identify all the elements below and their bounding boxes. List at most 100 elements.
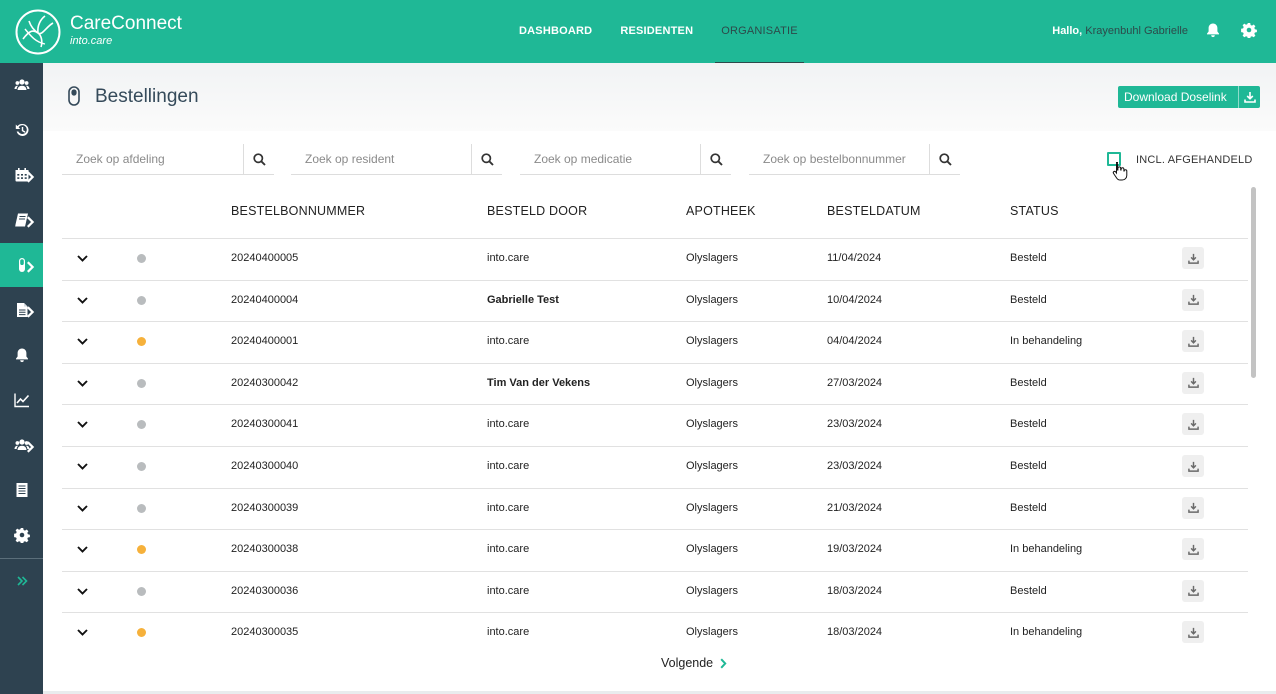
chevron-right-icon <box>27 171 35 183</box>
sidebar-item-team[interactable] <box>0 423 43 467</box>
row-download-button[interactable] <box>1182 496 1204 519</box>
search-medicatie <box>520 144 731 175</box>
next-label: Volgende <box>661 656 714 670</box>
brand-sub: into.care <box>70 35 113 47</box>
cell-besteldatum: 23/03/2024 <box>827 460 883 472</box>
row-download-button[interactable] <box>1182 538 1204 561</box>
search-resident-input[interactable] <box>291 144 470 174</box>
chevron-down-icon[interactable] <box>77 296 88 304</box>
row-download-button[interactable] <box>1182 621 1204 644</box>
table-row-divider <box>62 280 1248 281</box>
search-resident-button[interactable] <box>471 144 502 174</box>
chevron-down-icon[interactable] <box>77 421 88 429</box>
pagination-next[interactable]: Volgende <box>661 656 727 670</box>
search-bestelbonnummer-input[interactable] <box>749 144 928 174</box>
nav-dashboard[interactable]: DASHBOARD <box>505 0 606 63</box>
gear-icon[interactable] <box>1241 22 1257 38</box>
col-besteld-door[interactable]: BESTELD DOOR <box>487 204 587 218</box>
row-download-button[interactable] <box>1182 413 1204 436</box>
sidebar-item-book[interactable] <box>0 198 43 242</box>
sidebar <box>0 63 43 694</box>
cell-apotheek: Olyslagers <box>686 335 738 348</box>
careconnect-logo[interactable] <box>15 9 61 55</box>
row-download-button[interactable] <box>1182 371 1204 394</box>
chevron-down-icon[interactable] <box>77 629 88 637</box>
cell-apotheek: Olyslagers <box>686 543 738 556</box>
col-bestelbonnummer[interactable]: BESTELBONNUMMER <box>231 204 365 218</box>
col-apotheek[interactable]: APOTHEEK <box>686 204 756 218</box>
sidebar-expand[interactable] <box>0 559 43 603</box>
download-doselink-button[interactable]: Download Doselink <box>1118 86 1260 108</box>
col-besteldatum[interactable]: BESTELDATUM <box>827 204 921 218</box>
incl-afgehandeld-label[interactable]: INCL. AFGEHANDELD <box>1136 154 1252 166</box>
cell-status: Besteld <box>1010 501 1047 514</box>
chevron-down-icon[interactable] <box>77 463 88 470</box>
sidebar-item-notifications[interactable] <box>0 333 43 377</box>
download-icon <box>1187 627 1199 638</box>
row-download-button[interactable] <box>1182 330 1204 353</box>
search-bestelbonnummer-button[interactable] <box>929 144 960 174</box>
chevron-right-icon <box>27 441 35 453</box>
nav-residenten[interactable]: RESIDENTEN <box>606 0 707 63</box>
search-medicatie-input[interactable] <box>520 144 699 174</box>
table-row-divider <box>62 612 1248 613</box>
table-header-divider <box>62 238 1248 239</box>
chevron-down-icon[interactable] <box>77 255 88 262</box>
chevron-down-icon[interactable] <box>77 588 88 595</box>
cell-besteld-door: into.care <box>487 335 530 348</box>
sidebar-item-settings[interactable] <box>0 513 43 557</box>
row-download-button[interactable] <box>1182 455 1204 477</box>
download-icon <box>1238 86 1260 108</box>
cell-besteldatum: 23/03/2024 <box>827 418 883 431</box>
page-header: Bestellingen Download Doselink <box>43 63 1276 131</box>
search-afdeling-button[interactable] <box>243 144 274 174</box>
sidebar-item-calendar[interactable] <box>0 153 43 197</box>
search-icon <box>480 152 494 166</box>
cell-apotheek: Olyslagers <box>686 376 738 389</box>
row-download-button[interactable] <box>1182 579 1204 602</box>
cell-apotheek: Olyslagers <box>686 501 738 514</box>
sidebar-item-statistics[interactable] <box>0 378 43 422</box>
sidebar-item-orders[interactable] <box>0 243 43 287</box>
chevron-down-icon[interactable] <box>77 380 88 387</box>
search-afdeling-input[interactable] <box>62 144 242 174</box>
status-dot <box>137 254 146 263</box>
cell-besteldatum: 21/03/2024 <box>827 501 883 514</box>
table-scrollbar[interactable] <box>1251 187 1256 378</box>
pill-icon <box>68 86 80 106</box>
cell-bestelbonnummer: 20240400004 <box>231 293 299 306</box>
user-greeting[interactable]: Hallo, Krayenbuhl Gabrielle <box>1052 25 1188 37</box>
status-dot <box>137 503 146 513</box>
bell-icon[interactable] <box>1205 22 1221 38</box>
chevron-down-icon[interactable] <box>77 338 88 346</box>
top-bar: CareConnect into.care DASHBOARD RESIDENT… <box>0 0 1276 63</box>
chevron-down-icon[interactable] <box>77 546 88 554</box>
nav-organisatie[interactable]: ORGANISATIE <box>707 0 812 63</box>
greeting-text: Hallo, <box>1052 25 1083 37</box>
row-download-button[interactable] <box>1182 247 1204 269</box>
sidebar-item-documents[interactable] <box>0 288 43 332</box>
cell-status: Besteld <box>1010 252 1047 264</box>
search-icon <box>938 152 952 166</box>
search-medicatie-button[interactable] <box>700 144 731 174</box>
bell-icon <box>15 348 28 363</box>
col-status[interactable]: STATUS <box>1010 204 1059 218</box>
sidebar-item-ledger[interactable] <box>0 468 43 512</box>
table-row-divider <box>62 529 1248 530</box>
row-download-button[interactable] <box>1182 288 1204 311</box>
download-icon <box>1187 295 1199 305</box>
cell-besteld-door: into.care <box>487 543 530 556</box>
sidebar-item-history[interactable] <box>0 108 43 152</box>
cell-besteld-door: Tim Van der Vekens <box>487 376 591 389</box>
download-icon <box>1187 503 1199 513</box>
sidebar-item-residents[interactable] <box>0 63 43 107</box>
cell-besteld-door: into.care <box>487 584 530 597</box>
user-name: Krayenbuhl Gabrielle <box>1085 25 1188 37</box>
cell-status: Besteld <box>1010 584 1047 597</box>
cell-bestelbonnummer: 20240300036 <box>231 584 299 597</box>
table-row-divider <box>62 571 1248 572</box>
cell-bestelbonnummer: 20240300038 <box>231 543 299 556</box>
search-icon <box>252 152 266 166</box>
chevron-down-icon[interactable] <box>77 504 88 512</box>
search-afdeling <box>62 144 274 175</box>
